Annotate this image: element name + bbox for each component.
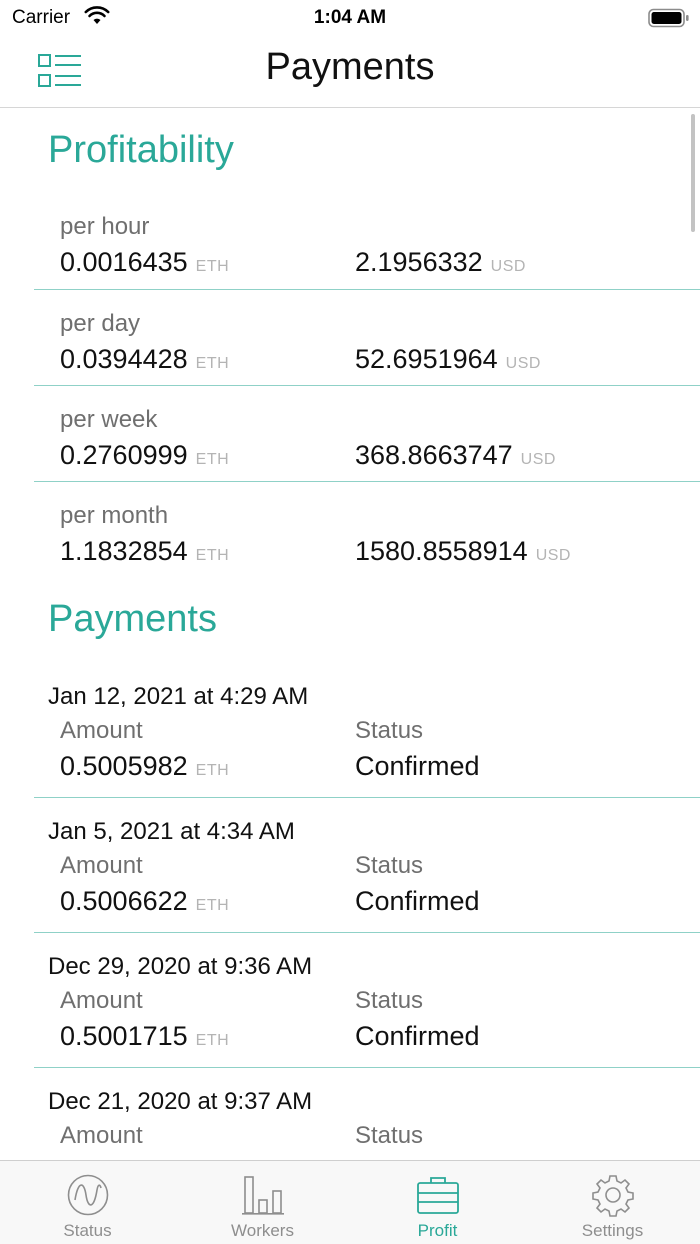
status-label: Status [355, 987, 424, 1014]
tab-label: Workers [231, 1221, 294, 1240]
payment-date: Jan 12, 2021 at 4:29 AM [48, 683, 309, 710]
payment-item[interactable]: Dec 21, 2020 at 9:37 AM Amount Status [34, 1068, 700, 1160]
period-label: per day [60, 310, 141, 337]
eth-value: 0.0016435 ETH [60, 247, 230, 277]
payment-status: Confirmed [355, 751, 480, 781]
tab-settings[interactable]: Settings [525, 1161, 700, 1244]
tab-profit[interactable]: Profit [350, 1161, 525, 1244]
payment-status: Confirmed [355, 1021, 480, 1051]
amount-label: Amount [60, 717, 143, 744]
profit-row-week: per week 0.2760999 ETH 368.8663747 USD [34, 386, 700, 482]
content-scroll-area[interactable]: Profitability per hour 0.0016435 ETH 2.19… [0, 109, 700, 1160]
tab-bar: Status Workers Profit Settings [0, 1160, 700, 1244]
usd-value: 368.8663747 USD [355, 440, 556, 470]
payment-date: Dec 29, 2020 at 9:36 AM [48, 953, 313, 980]
amount-label: Amount [60, 852, 143, 879]
payment-status: Confirmed [355, 886, 480, 916]
status-bar: Carrier 1:04 AM [0, 0, 700, 36]
payment-amount: 0.5005982 ETH [60, 751, 230, 781]
clock: 1:04 AM [313, 7, 387, 28]
page-title: Payments [265, 46, 435, 88]
amount-label: Amount [60, 1122, 143, 1149]
eth-value: 1.1832854 ETH [60, 536, 230, 566]
payment-date: Dec 21, 2020 at 9:37 AM [48, 1088, 313, 1115]
eth-value: 0.2760999 ETH [60, 440, 230, 470]
tab-label: Status [63, 1221, 112, 1240]
profit-briefcase-icon [416, 1173, 460, 1217]
payment-item[interactable]: Dec 29, 2020 at 9:36 AM Amount Status 0.… [34, 933, 700, 1068]
profit-row-day: per day 0.0394428 ETH 52.6951964 USD [34, 290, 700, 386]
battery-icon [648, 8, 690, 33]
tab-workers[interactable]: Workers [175, 1161, 350, 1244]
status-label: Status [355, 852, 424, 879]
usd-value: 2.1956332 USD [355, 247, 526, 277]
profit-row-hour: per hour 0.0016435 ETH 2.1956332 USD [34, 209, 700, 290]
profit-row-month: per month 1.1832854 ETH 1580.8558914 USD [34, 482, 700, 578]
payment-amount: 0.5001715 ETH [60, 1021, 230, 1051]
period-label: per month [60, 502, 169, 529]
status-wave-icon [66, 1173, 110, 1217]
status-label: Status [355, 1122, 424, 1149]
amount-label: Amount [60, 987, 143, 1014]
navigation-bar: Payments [0, 36, 700, 108]
settings-gear-icon [591, 1173, 635, 1217]
payment-item[interactable]: Jan 12, 2021 at 4:29 AM Amount Status 0.… [34, 675, 700, 798]
workers-bar-chart-icon [241, 1173, 285, 1217]
tab-label: Profit [417, 1221, 458, 1240]
period-label: per hour [60, 213, 150, 240]
payment-amount: 0.5006622 ETH [60, 886, 230, 916]
payment-item[interactable]: Jan 5, 2021 at 4:34 AM Amount Status 0.5… [34, 798, 700, 933]
usd-value: 52.6951964 USD [355, 344, 541, 374]
profitability-title: Profitability [48, 129, 234, 171]
payment-date: Jan 5, 2021 at 4:34 AM [48, 818, 295, 845]
period-label: per week [60, 406, 158, 433]
eth-value: 0.0394428 ETH [60, 344, 230, 374]
tab-status[interactable]: Status [0, 1161, 175, 1244]
payments-title: Payments [48, 598, 217, 640]
tab-label: Settings [581, 1221, 644, 1240]
status-label: Status [355, 717, 424, 744]
usd-value: 1580.8558914 USD [355, 536, 571, 566]
